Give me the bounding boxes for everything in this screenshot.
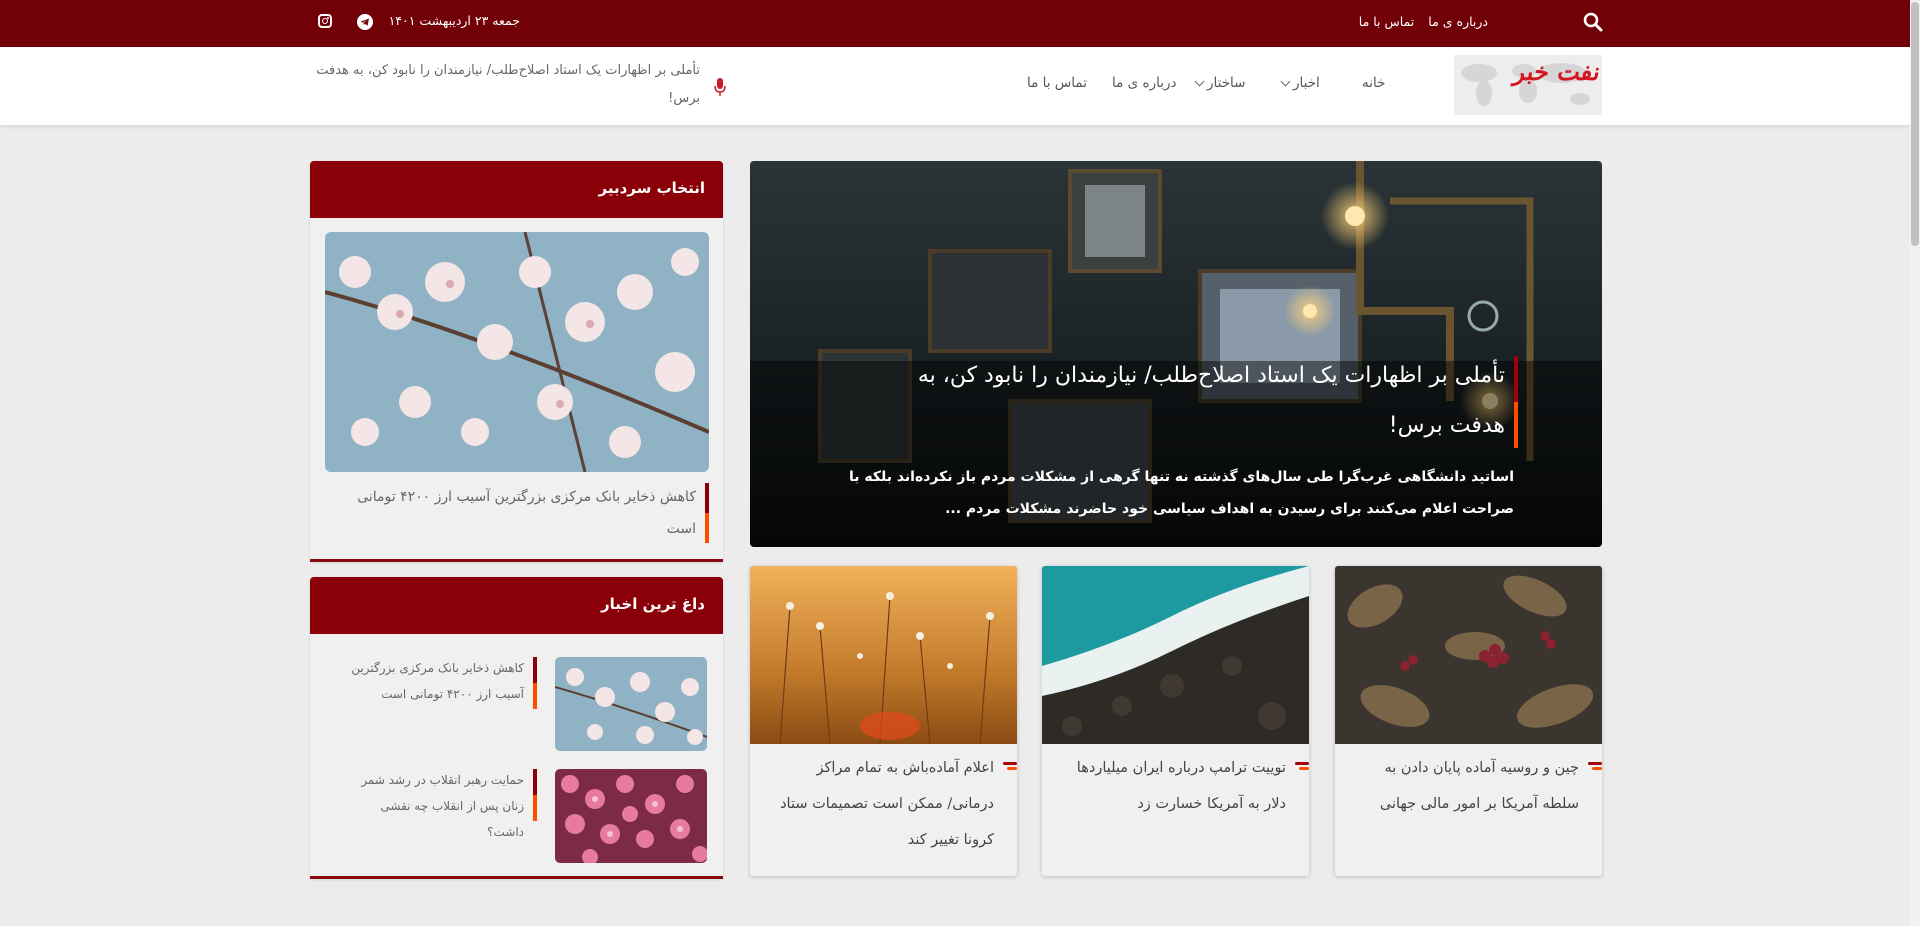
widget-header: داغ ترین اخبار <box>310 577 723 634</box>
nav-label: تماس با ما <box>1027 75 1087 91</box>
accent-bar <box>533 657 537 709</box>
hot-news-title[interactable]: حمایت رهبر انقلاب در رشد شمر زنان پس از … <box>340 767 524 845</box>
top-links: درباره ی ما تماس با ما <box>1359 14 1488 32</box>
search-icon[interactable] <box>1583 12 1603 32</box>
card-image <box>1042 566 1309 744</box>
telegram-icon[interactable] <box>357 14 373 30</box>
current-date: جمعه ۲۳ اردیبهشت ۱۴۰۱ <box>388 13 520 28</box>
logo-text: نفت خبر <box>1511 57 1602 86</box>
card-marker <box>1001 762 1017 770</box>
top-link-contact[interactable]: تماس با ما <box>1359 14 1415 32</box>
hot-news-title[interactable]: کاهش ذخایر بانک مرکزی بزرگترین آسیب ارز … <box>340 655 524 707</box>
card-title[interactable]: توییت ترامپ درباره ایران میلیاردها دلار … <box>1060 750 1286 822</box>
hero-title[interactable]: تأملی بر اظهارات یک استاد اصلاح‌طلب/ نیا… <box>870 351 1505 451</box>
news-ticker[interactable]: تأملی بر اظهارات یک استاد اصلاح‌طلب/ نیا… <box>294 57 700 113</box>
instagram-icon[interactable] <box>318 14 332 28</box>
nav-label: اخبار <box>1293 75 1320 91</box>
hot-news-thumb[interactable] <box>555 769 707 863</box>
widget-header: انتخاب سردبیر <box>310 161 723 218</box>
page-scrollbar[interactable] <box>1910 0 1920 926</box>
nav-label: ساختار <box>1207 75 1246 91</box>
card-image <box>750 566 1017 744</box>
site-header: نفت خبر خانه اخبار ساختار درباره ی ما تم… <box>0 47 1910 125</box>
top-bar: درباره ی ما تماس با ما جمعه ۲۳ اردیبهشت … <box>0 0 1910 47</box>
card-marker <box>1293 762 1309 770</box>
top-link-about[interactable]: درباره ی ما <box>1428 14 1488 32</box>
news-card[interactable]: توییت ترامپ درباره ایران میلیاردها دلار … <box>1042 566 1309 876</box>
card-title[interactable]: چین و روسیه آماده پایان دادن به سلطه آمر… <box>1353 750 1579 822</box>
card-title[interactable]: اعلام آماده‌باش به تمام مراکز درمانی/ مم… <box>768 750 994 858</box>
editor-pick-image[interactable] <box>325 232 709 472</box>
card-marker <box>1586 762 1602 770</box>
chevron-down-icon <box>1280 76 1291 87</box>
site-logo[interactable]: نفت خبر <box>1454 55 1602 115</box>
editor-pick-title[interactable]: کاهش ذخایر بانک مرکزی بزرگترین آسیب ارز … <box>344 481 696 545</box>
nav-label: خانه <box>1362 75 1386 91</box>
hot-news-widget: داغ ترین اخبار کاهش ذخایر بانک مرکزی بزر… <box>310 577 723 879</box>
nav-contact[interactable]: تماس با ما <box>1027 75 1087 91</box>
nav-about[interactable]: درباره ی ما <box>1112 75 1177 91</box>
chevron-down-icon <box>1194 76 1205 87</box>
card-image <box>1335 566 1602 744</box>
editor-pick-widget: انتخاب سردبیر کاهش ذخایر بانک مرکزی بزرگ… <box>310 161 723 562</box>
nav-structure[interactable]: ساختار <box>1194 75 1246 91</box>
widget-title: داغ ترین اخبار <box>601 595 705 613</box>
news-card[interactable]: اعلام آماده‌باش به تمام مراکز درمانی/ مم… <box>750 566 1017 876</box>
hero-featured-post[interactable]: تأملی بر اظهارات یک استاد اصلاح‌طلب/ نیا… <box>750 161 1602 547</box>
nav-home[interactable]: خانه <box>1362 75 1385 91</box>
nav-label: درباره ی ما <box>1112 75 1177 91</box>
nav-news[interactable]: اخبار <box>1280 75 1320 91</box>
microphone-icon <box>714 78 726 96</box>
scrollbar-thumb[interactable] <box>1911 2 1919 246</box>
hot-news-thumb[interactable] <box>555 657 707 751</box>
main-nav: خانه اخبار ساختار درباره ی ما تماس با ما <box>1020 75 1405 97</box>
hero-accent-bar <box>1514 356 1518 448</box>
hero-excerpt: اساتید دانشگاهی غرب‌گرا طی سال‌های گذشته… <box>848 469 1514 517</box>
accent-bar <box>533 769 537 821</box>
accent-bar <box>705 483 709 543</box>
news-card[interactable]: چین و روسیه آماده پایان دادن به سلطه آمر… <box>1335 566 1602 876</box>
widget-title: انتخاب سردبیر <box>598 179 705 197</box>
